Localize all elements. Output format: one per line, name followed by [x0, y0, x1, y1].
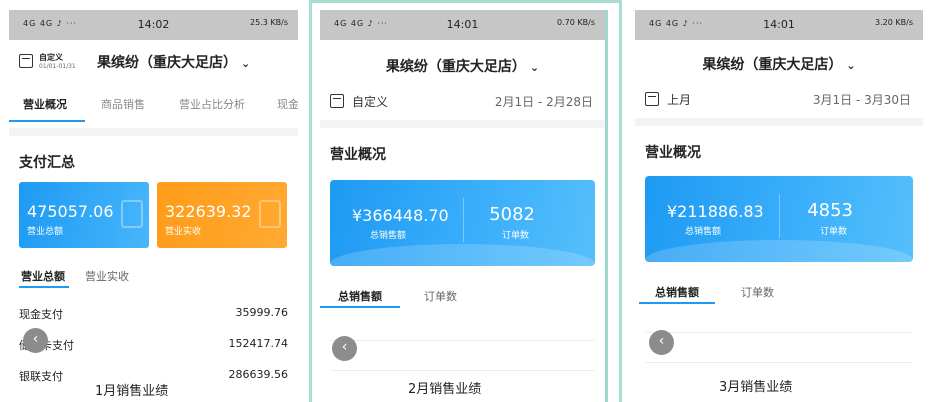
orders-value: 5082	[489, 204, 535, 225]
chevron-down-icon: ⌄	[241, 57, 251, 70]
caption: 3月销售业绩	[719, 380, 793, 395]
section-title: 营业概况	[330, 147, 386, 163]
summary-card: ¥366448.70 总销售额 5082 订单数	[330, 180, 595, 266]
actual-revenue-value: 322639.32	[165, 202, 252, 221]
metric-tabs: 总销售额 订单数	[320, 282, 605, 310]
screen-january: 4G 4G ♪ ··· 14:02 25.3 KB/s 自定义 01/01-01…	[9, 10, 298, 402]
tab-orders[interactable]: 订单数	[741, 284, 774, 300]
date-range-label: 01/01-01/31	[39, 63, 76, 70]
total-revenue-value: 475057.06	[27, 202, 114, 221]
store-name: 果缤纷（重庆大足店）	[97, 55, 237, 71]
status-bar: 4G 4G ♪ ··· 14:01 3.20 KB/s	[635, 10, 923, 40]
tab-total-sales[interactable]: 总销售额	[655, 284, 699, 300]
subtab-actual-revenue[interactable]: 营业实收	[85, 268, 129, 284]
active-tab-underline	[639, 302, 715, 304]
orders-label: 订单数	[819, 227, 847, 237]
screen-march: 4G 4G ♪ ··· 14:01 3.20 KB/s 果缤纷（重庆大足店） ⌄ …	[635, 10, 923, 402]
network-speed: 0.70 KB/s	[557, 18, 595, 27]
total-sales-label: 总销售额	[685, 227, 722, 237]
card-divider	[779, 194, 780, 238]
section-divider	[320, 120, 605, 128]
active-tab-underline	[320, 306, 400, 308]
date-filter[interactable]: 自定义 2月1日 - 2月28日	[320, 90, 605, 116]
top-tabs: 营业概况 商品销售 营业占比分析 现金	[9, 96, 298, 126]
chart-gridline	[645, 332, 913, 333]
document-decor-icon	[259, 200, 281, 228]
payment-name: 银联支付	[19, 370, 63, 383]
back-button[interactable]: ‹	[649, 330, 674, 355]
payment-value: 286639.56	[228, 368, 289, 381]
total-sales-label: 总销售额	[370, 231, 407, 241]
store-selector[interactable]: 果缤纷（重庆大足店） ⌄	[635, 54, 923, 74]
tab-product-sales[interactable]: 商品销售	[101, 96, 145, 112]
date-filter[interactable]: 上月 3月1日 - 3月30日	[635, 88, 923, 114]
tab-orders[interactable]: 订单数	[424, 288, 457, 304]
store-selector[interactable]: 果缤纷（重庆大足店） ⌄	[97, 52, 250, 72]
caption: 1月销售业绩	[95, 384, 169, 399]
total-revenue-label: 营业总额	[27, 227, 64, 237]
payment-value: 35999.76	[235, 306, 289, 319]
section-divider	[635, 118, 923, 126]
card-divider	[462, 198, 464, 242]
chart-gridline	[330, 340, 595, 341]
subtab-total-revenue[interactable]: 营业总额	[21, 268, 65, 284]
metric-tabs: 总销售额 订单数	[635, 278, 923, 306]
store-selector[interactable]: 果缤纷（重庆大足店） ⌄	[320, 56, 605, 76]
chart-gridline	[330, 370, 595, 371]
date-mode-label: 自定义	[352, 95, 389, 109]
total-sales-value: ¥366448.70	[352, 206, 449, 225]
payment-name: 现金支付	[19, 308, 63, 321]
date-mode-label[interactable]: 自定义	[39, 52, 63, 63]
header-row: 自定义 01/01-01/31 果缤纷（重庆大足店） ⌄	[9, 50, 298, 76]
total-revenue-card[interactable]: 475057.06 营业总额	[19, 182, 149, 248]
chart-decor-icon	[121, 200, 143, 228]
store-name: 果缤纷（重庆大足店）	[702, 57, 843, 73]
section-divider	[9, 128, 298, 136]
orders-value: 4853	[807, 200, 853, 221]
caption: 2月销售业绩	[408, 382, 482, 397]
section-title: 营业概况	[645, 145, 701, 161]
payment-value: 152417.74	[228, 337, 289, 350]
status-bar: 4G 4G ♪ ··· 14:02 25.3 KB/s	[9, 10, 298, 40]
back-button[interactable]: ‹	[332, 336, 357, 361]
date-range-label: 2月1日 - 2月28日	[494, 95, 593, 109]
calendar-icon[interactable]	[19, 54, 33, 68]
revenue-subtabs: 营业总额 营业实收	[9, 262, 298, 290]
date-range-label: 3月1日 - 3月30日	[812, 93, 911, 107]
active-subtab-underline	[19, 286, 69, 288]
section-title: 支付汇总	[19, 155, 75, 171]
date-mode-label: 上月	[667, 93, 692, 107]
network-speed: 25.3 KB/s	[250, 18, 288, 27]
tab-total-sales[interactable]: 总销售额	[338, 288, 382, 304]
status-bar: 4G 4G ♪ ··· 14:01 0.70 KB/s	[320, 10, 605, 40]
network-speed: 3.20 KB/s	[875, 18, 913, 27]
tab-business-overview[interactable]: 营业概况	[23, 96, 67, 112]
summary-card: ¥211886.83 总销售额 4853 订单数	[645, 176, 913, 262]
tab-business-ratio[interactable]: 营业占比分析	[179, 96, 245, 112]
screen-february: 4G 4G ♪ ··· 14:01 0.70 KB/s 果缤纷（重庆大足店） ⌄ …	[320, 10, 608, 402]
store-name: 果缤纷（重庆大足店）	[385, 59, 526, 75]
calendar-icon	[645, 92, 659, 106]
actual-revenue-card[interactable]: 322639.32 营业实收	[157, 182, 287, 248]
chevron-down-icon: ⌄	[529, 61, 540, 74]
orders-label: 订单数	[501, 231, 529, 241]
back-button[interactable]: ‹	[23, 328, 48, 353]
actual-revenue-label: 营业实收	[165, 227, 202, 237]
chart-gridline	[645, 362, 913, 363]
active-tab-underline	[9, 120, 85, 122]
total-sales-value: ¥211886.83	[667, 202, 764, 221]
chevron-down-icon: ⌄	[846, 59, 856, 72]
calendar-icon	[330, 94, 344, 108]
tab-cash[interactable]: 现金	[277, 96, 298, 112]
